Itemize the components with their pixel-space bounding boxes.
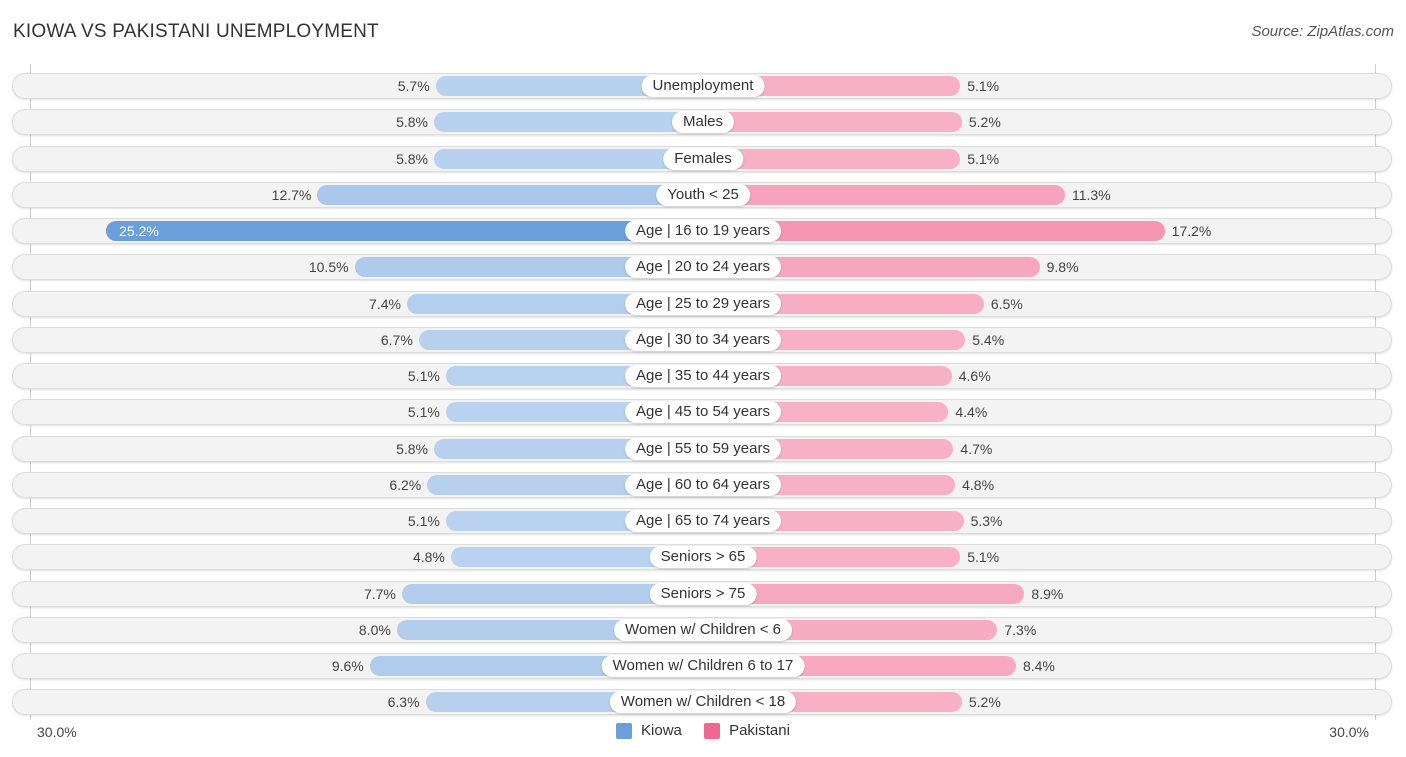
- value-label-pakistani: 5.4%: [972, 331, 1005, 348]
- category-label: Age | 16 to 19 years: [625, 220, 781, 242]
- bar-kiowa[interactable]: [433, 112, 703, 133]
- category-label: Seniors > 75: [649, 582, 757, 605]
- value-label-kiowa: 5.8%: [396, 440, 428, 457]
- value-label-pakistani: 5.1%: [967, 549, 1000, 566]
- category-label: Seniors > 65: [649, 546, 757, 569]
- value-label-pakistani: 5.2%: [968, 114, 1001, 131]
- legend-item-pakistani[interactable]: Pakistani: [704, 722, 790, 739]
- value-label-kiowa: 7.7%: [363, 585, 396, 602]
- value-label-kiowa: 9.6%: [331, 658, 364, 674]
- value-label-pakistani: 4.7%: [960, 440, 993, 457]
- category-label: Women w/ Children 6 to 17: [601, 655, 805, 677]
- bar-pakistani[interactable]: [703, 112, 962, 133]
- value-label-kiowa: 4.8%: [412, 549, 445, 566]
- category-label: Age | 35 to 44 years: [625, 365, 781, 387]
- value-label-pakistani: 5.3%: [970, 513, 1003, 529]
- category-label: Males: [671, 111, 735, 134]
- value-label-pakistani: 17.2%: [1171, 223, 1212, 239]
- category-label: Age | 45 to 54 years: [625, 401, 781, 424]
- value-label-pakistani: 6.5%: [990, 295, 1023, 312]
- category-label: Youth < 25: [656, 183, 750, 206]
- legend-label-pakistani: Pakistani: [729, 722, 790, 739]
- bar-pakistani[interactable]: [703, 184, 1065, 205]
- value-label-pakistani: 5.1%: [967, 78, 1000, 94]
- legend-swatch-kiowa: [616, 722, 633, 739]
- value-label-kiowa: 5.1%: [407, 368, 440, 384]
- category-label: Women w/ Children < 18: [609, 691, 797, 714]
- bar-kiowa[interactable]: [106, 221, 703, 241]
- value-label-pakistani: 4.8%: [962, 476, 995, 493]
- legend-item-kiowa[interactable]: Kiowa: [616, 722, 682, 739]
- value-label-pakistani: 4.4%: [955, 404, 988, 421]
- value-label-pakistani: 11.3%: [1071, 186, 1111, 203]
- value-label-kiowa: 10.5%: [308, 259, 349, 276]
- category-label: Females: [663, 147, 743, 170]
- value-label-kiowa: 6.3%: [387, 694, 420, 711]
- value-label-pakistani: 5.1%: [967, 150, 1000, 167]
- chart-rows: 5.7% 5.1% Unemployment 5.8% 5.2% Males 5.8% 5.1…: [0, 0, 1406, 757]
- value-label-kiowa: 25.2%: [119, 223, 159, 239]
- value-label-kiowa: 8.0%: [358, 621, 391, 638]
- category-label: Age | 30 to 34 years: [625, 328, 781, 351]
- value-label-kiowa: 5.8%: [396, 150, 428, 167]
- category-label: Age | 20 to 24 years: [625, 256, 781, 279]
- value-label-kiowa: 6.7%: [380, 331, 413, 348]
- value-label-pakistani: 7.3%: [1004, 621, 1037, 638]
- legend-swatch-pakistani: [704, 722, 721, 739]
- category-label: Age | 60 to 64 years: [625, 473, 781, 496]
- value-label-kiowa: 5.7%: [397, 78, 430, 94]
- value-label-kiowa: 5.8%: [396, 114, 428, 131]
- value-label-kiowa: 5.1%: [407, 513, 440, 529]
- value-label-pakistani: 8.4%: [1022, 658, 1055, 674]
- legend: Kiowa Pakistani: [0, 722, 1406, 743]
- category-label: Women w/ Children < 6: [613, 618, 793, 641]
- value-label-kiowa: 7.4%: [369, 295, 401, 312]
- category-label: Age | 25 to 29 years: [625, 292, 781, 315]
- value-label-pakistani: 8.9%: [1031, 585, 1064, 602]
- value-label-kiowa: 5.1%: [407, 404, 440, 421]
- category-label: Age | 55 to 59 years: [625, 437, 781, 460]
- legend-label-kiowa: Kiowa: [641, 722, 682, 739]
- value-label-kiowa: 12.7%: [271, 186, 312, 203]
- value-label-pakistani: 9.8%: [1046, 259, 1079, 276]
- category-label: Age | 65 to 74 years: [625, 510, 781, 532]
- value-label-pakistani: 4.6%: [958, 368, 991, 384]
- category-label: Unemployment: [641, 75, 765, 97]
- bar-kiowa[interactable]: [317, 184, 703, 205]
- value-label-pakistani: 5.2%: [968, 694, 1001, 711]
- value-label-kiowa: 6.2%: [389, 476, 422, 493]
